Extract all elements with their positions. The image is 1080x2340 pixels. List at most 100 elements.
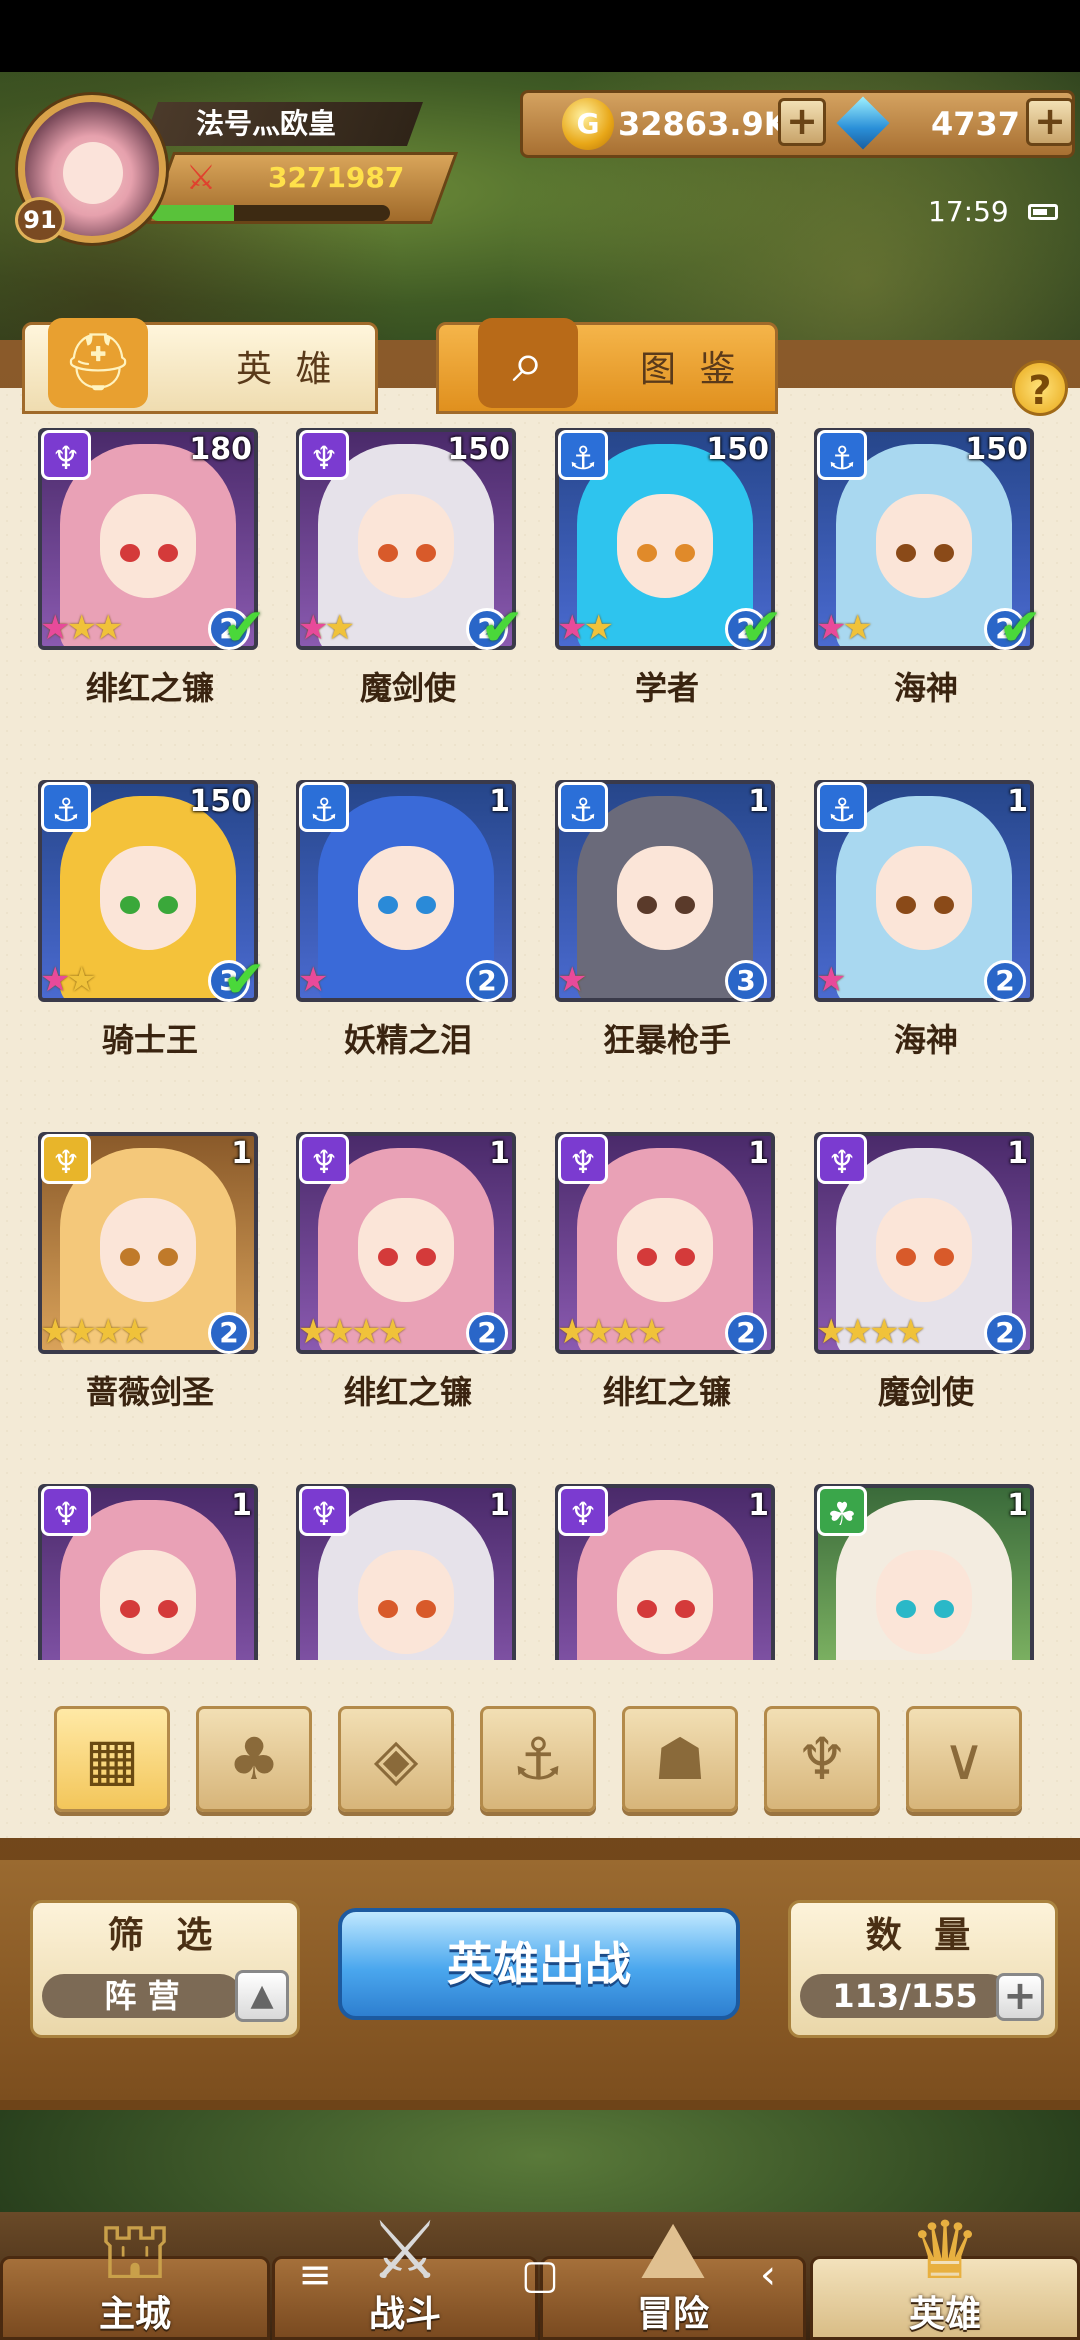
filter-sea-button[interactable]: ⚓ — [480, 1706, 596, 1812]
camp-dark-icon: ♆ — [299, 1134, 349, 1184]
hero-level: 1 — [489, 1488, 510, 1523]
hero-level: 1 — [1007, 1488, 1028, 1523]
hero-level: 180 — [189, 432, 252, 467]
hero-level: 1 — [1007, 784, 1028, 819]
hero-eye — [637, 1248, 657, 1266]
hero-grade-badge: 2 — [725, 1312, 767, 1354]
hero-face — [876, 1550, 972, 1654]
hero-eye — [896, 544, 916, 562]
map-scroll-icon: ⛰ — [639, 2204, 707, 2297]
hero-card[interactable]: ♆ 1 ★★★★ 2 蔷薇剑圣 — [38, 1132, 262, 1411]
hero-eye — [378, 544, 398, 562]
hero-card[interactable]: ♆ 1 ★★★★ 2 魔剑使 — [814, 1132, 1038, 1411]
hero-card[interactable]: ♆ 1 ★★★★ 2 绯红之镰 — [555, 1132, 779, 1411]
gold-amount: 32863.9K — [618, 105, 789, 143]
hero-eye — [416, 1248, 436, 1266]
hero-eye — [637, 896, 657, 914]
hero-card[interactable]: ⚓ 150 ★★ 2 ✔ 学者 — [555, 428, 783, 707]
tab-codex-label: 图 鉴 — [640, 349, 742, 390]
filter-dark-button[interactable]: ♆ — [764, 1706, 880, 1812]
camp-dark-icon: ♆ — [817, 1134, 867, 1184]
hero-stars: ★★ — [298, 608, 355, 648]
camp-sea-icon: ⚓ — [299, 782, 349, 832]
hero-card[interactable]: ⚓ 1 ★ 2 海神 — [814, 780, 1038, 1059]
hero-name: 蔷薇剑圣 — [85, 1373, 214, 1411]
hero-grade-badge: 2 — [984, 960, 1026, 1002]
hero-grade-badge: 2 — [466, 960, 508, 1002]
hero-face — [358, 846, 454, 950]
hero-eye — [675, 544, 695, 562]
hero-grade-badge: 2 — [984, 1312, 1026, 1354]
hero-eye — [378, 1248, 398, 1266]
hero-grid: ♆ 180 ★★★ 2 ✔ 绯红之镰 ♆ 150 ★★ 2 ✔ 魔剑使 ⚓ 150 ★★ 2 ✔ 学者 ⚓ 150 ★★… — [0, 428, 1080, 1660]
camp-sea-icon: ⚓ — [558, 430, 608, 480]
hero-card[interactable]: ♆ 1 ★★★★ 2 绯红之镰 — [296, 1132, 520, 1411]
status-bar — [0, 0, 1080, 72]
hero-level: 1 — [231, 1136, 252, 1171]
hero-level: 1 — [1007, 1136, 1028, 1171]
nav-adventure-label: 冒险 — [636, 2294, 709, 2335]
hero-card[interactable]: ☘ 1 — [814, 1484, 1038, 1660]
hero-eye — [416, 896, 436, 914]
hero-face — [358, 1198, 454, 1302]
deployed-check-icon: ✔ — [739, 598, 783, 658]
hero-stars: ★★ — [816, 608, 873, 648]
filter-beast-button[interactable]: ☗ — [622, 1706, 738, 1812]
hero-eye — [675, 1600, 695, 1618]
hero-eye — [637, 1600, 657, 1618]
filter-toggle-button[interactable]: ▲ — [235, 1970, 289, 2022]
hero-card[interactable]: ♆ 1 — [555, 1484, 779, 1660]
hero-face — [617, 1550, 713, 1654]
hero-card[interactable]: ⚓ 150 ★★ 2 ✔ 海神 — [814, 428, 1042, 707]
filter-void-button[interactable]: ∨ — [906, 1706, 1022, 1812]
hero-eye — [896, 1600, 916, 1618]
hero-card[interactable]: ♆ 180 ★★★ 2 ✔ 绯红之镰 — [38, 428, 266, 707]
hero-face — [100, 1198, 196, 1302]
filter-all-button[interactable]: ▦ — [54, 1706, 170, 1812]
hero-level: 150 — [965, 432, 1028, 467]
hero-stars: ★★★★ — [298, 1312, 408, 1352]
expand-capacity-button[interactable]: + — [996, 1973, 1044, 2021]
hero-eye — [416, 544, 436, 562]
camp-dark-icon: ♆ — [299, 430, 349, 480]
hero-card[interactable]: ⚓ 1 ★ 3 狂暴枪手 — [555, 780, 779, 1059]
hero-card[interactable]: ♆ 150 ★★ 2 ✔ 魔剑使 — [296, 428, 524, 707]
hero-eye — [637, 544, 657, 562]
add-gems-button[interactable]: + — [1026, 98, 1074, 146]
system-home-button[interactable]: ▢ — [510, 2250, 570, 2300]
filter-light-button[interactable]: ◈ — [338, 1706, 454, 1812]
hero-stars: ★★ — [557, 608, 614, 648]
filter-forest-button[interactable]: ♣ — [196, 1706, 312, 1812]
nav-heroes-label: 英雄 — [908, 2294, 981, 2335]
gem-amount: 4737 — [930, 105, 1020, 143]
hero-stars: ★ — [557, 960, 588, 1000]
deployed-check-icon: ✔ — [998, 598, 1042, 658]
hero-eye — [158, 1600, 178, 1618]
deploy-heroes-button[interactable]: 英雄出战 — [338, 1908, 740, 2020]
gold-coin-icon: G — [562, 98, 614, 150]
player-level-badge: 91 — [15, 197, 65, 243]
nav-main-city-label: 主城 — [98, 2294, 171, 2335]
camp-forest-icon: ☘ — [817, 1486, 867, 1536]
add-gold-button[interactable]: + — [778, 98, 826, 146]
hero-card[interactable]: ⚓ 150 ★★ 3 ✔ 骑士王 — [38, 780, 266, 1059]
camp-sea-icon: ⚓ — [817, 430, 867, 480]
hero-level: 150 — [706, 432, 769, 467]
hero-card[interactable]: ⚓ 1 ★ 2 妖精之泪 — [296, 780, 520, 1059]
filter-dropdown[interactable]: 阵 营 — [42, 1974, 242, 2018]
hero-name: 学者 — [634, 669, 699, 707]
system-menu-button[interactable]: ≡ — [285, 2250, 345, 2300]
hero-stars: ★★★★ — [557, 1312, 667, 1352]
tab-heroes-label: 英 雄 — [236, 349, 338, 390]
hero-card[interactable]: ♆ 1 — [38, 1484, 262, 1660]
combat-power: 3271987 — [268, 161, 405, 194]
hero-card[interactable]: ♆ 1 — [296, 1484, 520, 1660]
help-button[interactable]: ? — [1012, 360, 1068, 416]
hero-face — [100, 494, 196, 598]
hero-level: 1 — [748, 784, 769, 819]
hero-name: 绯红之镰 — [85, 669, 214, 707]
hero-level: 150 — [189, 784, 252, 819]
avatar-face — [63, 142, 123, 204]
system-back-button[interactable]: ‹ — [738, 2250, 798, 2300]
filter-title: 筛 选 — [107, 1915, 223, 1956]
